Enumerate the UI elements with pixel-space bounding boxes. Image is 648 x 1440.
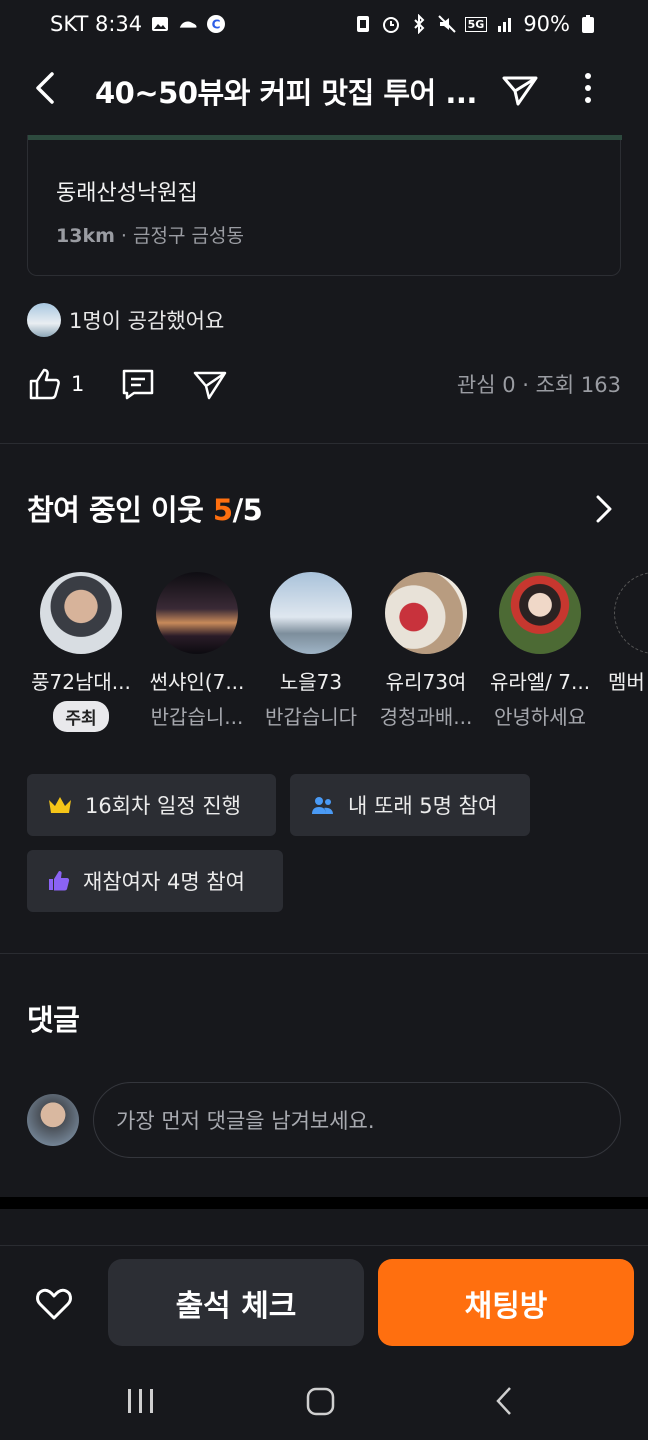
network-type: 5G bbox=[464, 16, 488, 32]
comment-input[interactable]: 가장 먼저 댓글을 남겨보세요. bbox=[93, 1082, 621, 1158]
member-name: 유라엘/ 7... bbox=[489, 670, 591, 694]
divider bbox=[0, 443, 648, 444]
member-item[interactable]: 멤버 bbox=[596, 570, 648, 695]
c-app-icon: C bbox=[207, 15, 226, 33]
peers-text: 내 또래 5명 참여 bbox=[348, 794, 498, 818]
chevron-right-icon[interactable] bbox=[592, 492, 616, 526]
member-item[interactable]: 노을73 반갑습니다 bbox=[253, 570, 369, 730]
divider bbox=[0, 953, 648, 954]
cloud-icon bbox=[179, 21, 197, 28]
member-desc: 경청과배... bbox=[379, 705, 473, 729]
empathy-row[interactable]: 1명이 공감했어요 bbox=[27, 303, 224, 337]
like-count: 1 bbox=[71, 372, 85, 396]
peers-chip: 내 또래 5명 참여 bbox=[290, 774, 530, 836]
participants-label: 참여 중인 이웃 bbox=[27, 493, 204, 527]
member-item[interactable]: 썬샤인(7... 반갑습니... bbox=[139, 570, 255, 730]
mute-icon bbox=[437, 15, 456, 33]
sessions-chip: 16회차 일정 진행 bbox=[27, 774, 276, 836]
avatar bbox=[270, 572, 352, 654]
participants-current: 5 bbox=[212, 493, 233, 527]
place-meta: 13km · 금정구 금성동 bbox=[56, 221, 244, 248]
avatar bbox=[499, 572, 581, 654]
svg-text:C: C bbox=[212, 18, 221, 32]
gallery-icon bbox=[152, 17, 169, 31]
comment-composer: 가장 먼저 댓글을 남겨보세요. bbox=[27, 1082, 621, 1158]
member-name: 노을73 bbox=[279, 670, 343, 694]
chat-room-button[interactable]: 채팅방 bbox=[378, 1259, 634, 1346]
action-row: 1 관심 0 · 조회 163 bbox=[27, 362, 621, 406]
more-icon[interactable] bbox=[576, 68, 600, 108]
avatar bbox=[40, 572, 122, 654]
comments-title: 댓글 bbox=[27, 1003, 80, 1037]
nav-back-icon[interactable] bbox=[496, 1387, 511, 1415]
bottom-action-bar: 출석 체크 채팅방 bbox=[0, 1245, 648, 1365]
signal-icon bbox=[498, 18, 512, 32]
people-icon bbox=[312, 797, 333, 814]
rejoin-text: 재참여자 4명 참여 bbox=[83, 870, 245, 894]
bluetooth-icon bbox=[413, 14, 425, 34]
member-name: 썬샤인(7... bbox=[149, 670, 245, 694]
avatar bbox=[27, 1094, 79, 1146]
thumbs-up-icon bbox=[49, 871, 70, 891]
share-button[interactable] bbox=[192, 366, 228, 402]
map-preview bbox=[28, 135, 622, 140]
battery-icon bbox=[582, 15, 594, 33]
avatar bbox=[385, 572, 467, 654]
heart-icon[interactable] bbox=[34, 1284, 74, 1324]
comment-icon bbox=[123, 369, 154, 400]
like-button[interactable]: 1 bbox=[27, 366, 84, 402]
share-icon[interactable] bbox=[500, 70, 540, 110]
section-separator bbox=[0, 1197, 648, 1209]
participants-total: /5 bbox=[232, 493, 263, 527]
sessions-text: 16회차 일정 진행 bbox=[85, 794, 241, 818]
attendance-check-button[interactable]: 출석 체크 bbox=[108, 1259, 364, 1346]
nfc-icon bbox=[356, 16, 369, 32]
member-item[interactable]: 유리73여 경청과배... bbox=[368, 570, 484, 730]
crown-icon bbox=[49, 797, 71, 813]
place-card[interactable]: 동래산성낙원집 13km · 금정구 금성동 bbox=[27, 135, 622, 276]
member-desc: 안녕하세요 bbox=[494, 705, 586, 729]
place-address: · 금정구 금성동 bbox=[120, 225, 244, 247]
member-desc: 반갑습니... bbox=[150, 705, 244, 729]
comment-button[interactable] bbox=[120, 366, 156, 402]
page-title: 40~50뷰와 커피 맛집 투어 ... bbox=[95, 76, 477, 110]
place-name: 동래산성낙원집 bbox=[56, 181, 198, 206]
member-name: 유리73여 bbox=[385, 670, 467, 694]
top-bar: 40~50뷰와 커피 맛집 투어 ... bbox=[0, 50, 648, 128]
place-distance: 13km bbox=[56, 225, 115, 247]
member-item[interactable]: 유라엘/ 7... 안녕하세요 bbox=[482, 570, 598, 730]
member-desc: 반갑습니다 bbox=[265, 705, 357, 729]
carrier-time: SKT 8:34 bbox=[50, 12, 143, 36]
member-item[interactable]: 풍72남대... 주최 bbox=[23, 570, 139, 732]
rejoin-chip: 재참여자 4명 참여 bbox=[27, 850, 283, 912]
host-badge: 주최 bbox=[53, 701, 109, 732]
status-bar: SKT 8:34 C 5G 90% bbox=[0, 0, 648, 48]
battery-text: 90% bbox=[523, 12, 570, 36]
member-name: 풍72남대... bbox=[31, 670, 131, 694]
home-icon[interactable] bbox=[306, 1387, 335, 1416]
participants-title[interactable]: 참여 중인 이웃 5/5 bbox=[27, 487, 263, 529]
system-nav-bar bbox=[128, 1387, 511, 1416]
avatar bbox=[156, 572, 238, 654]
back-icon[interactable] bbox=[30, 68, 62, 108]
thumbs-up-icon bbox=[29, 368, 60, 400]
avatar bbox=[27, 303, 61, 337]
member-name: 멤버 bbox=[608, 670, 645, 694]
empathy-text: 1명이 공감했어요 bbox=[69, 309, 225, 333]
share-icon bbox=[194, 371, 227, 400]
alarm-icon bbox=[382, 17, 399, 33]
recent-apps-icon[interactable] bbox=[128, 1389, 153, 1413]
view-stats: 관심 0 · 조회 163 bbox=[456, 373, 621, 397]
member-list: 풍72남대... 주최 썬샤인(7... 반갑습니... 노을73 반갑습니다 … bbox=[0, 570, 648, 740]
add-member-icon bbox=[614, 572, 648, 654]
